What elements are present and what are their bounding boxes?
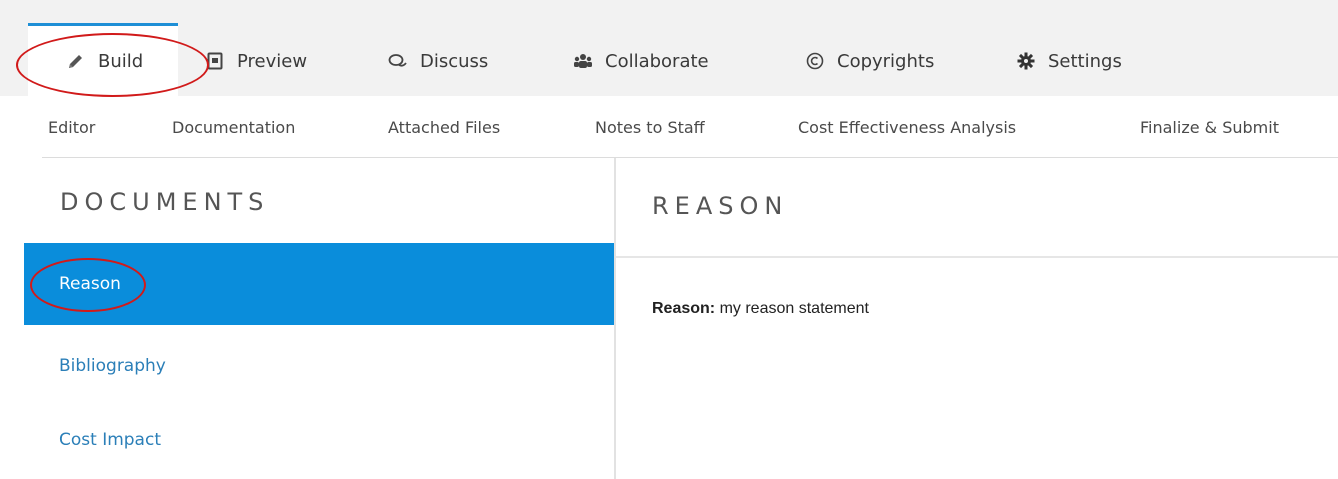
tab-collaborate[interactable]: Collaborate: [573, 26, 709, 96]
subnav-notes-to-staff[interactable]: Notes to Staff: [595, 118, 705, 137]
tab-copyrights[interactable]: Copyrights: [805, 26, 934, 96]
document-icon: [205, 51, 225, 71]
document-item-reason[interactable]: Reason: [24, 243, 614, 325]
document-item-label: Bibliography: [59, 356, 166, 376]
pencil-icon: [66, 51, 86, 71]
tab-build[interactable]: Build: [28, 23, 178, 96]
document-item-cost-impact[interactable]: Cost Impact: [24, 399, 614, 479]
tab-label: Settings: [1048, 50, 1122, 72]
copyright-icon: [805, 51, 825, 71]
document-item-label: Cost Impact: [59, 430, 161, 450]
tab-discuss[interactable]: Discuss: [388, 26, 488, 96]
subnav-editor[interactable]: Editor: [48, 118, 95, 137]
tab-label: Preview: [237, 50, 308, 72]
documents-panel: DOCUMENTS Reason Bibliography Cost Impac…: [24, 158, 614, 479]
sub-nav: Editor Documentation Attached Files Note…: [0, 96, 1338, 158]
top-tab-bar: Build Preview Discuss Collaborate Copyri: [0, 0, 1338, 96]
tab-label: Build: [98, 50, 144, 72]
documents-heading: DOCUMENTS: [60, 188, 270, 216]
tab-settings[interactable]: Settings: [1016, 26, 1122, 96]
subnav-cost-effectiveness-analysis[interactable]: Cost Effectiveness Analysis: [798, 118, 1016, 137]
subnav-attached-files[interactable]: Attached Files: [388, 118, 500, 137]
subnav-finalize-submit[interactable]: Finalize & Submit: [1140, 118, 1279, 137]
tab-label: Collaborate: [605, 50, 709, 72]
content-panel: REASON Reason: my reason statement: [616, 158, 1338, 479]
reason-field-value: my reason statement: [719, 300, 869, 317]
content-divider: [616, 256, 1338, 258]
chat-icon: [388, 51, 408, 71]
users-icon: [573, 51, 593, 71]
document-item-bibliography[interactable]: Bibliography: [24, 325, 614, 407]
page: Build Preview Discuss Collaborate Copyri: [0, 0, 1338, 479]
tab-preview[interactable]: Preview: [205, 26, 307, 96]
document-item-label: Reason: [59, 274, 121, 294]
reason-statement: Reason: my reason statement: [652, 300, 869, 318]
tab-label: Copyrights: [837, 50, 935, 72]
tab-label: Discuss: [420, 50, 489, 72]
gear-icon: [1016, 51, 1036, 71]
content-heading: REASON: [652, 192, 789, 220]
reason-field-label: Reason:: [652, 300, 716, 317]
subnav-documentation[interactable]: Documentation: [172, 118, 295, 137]
